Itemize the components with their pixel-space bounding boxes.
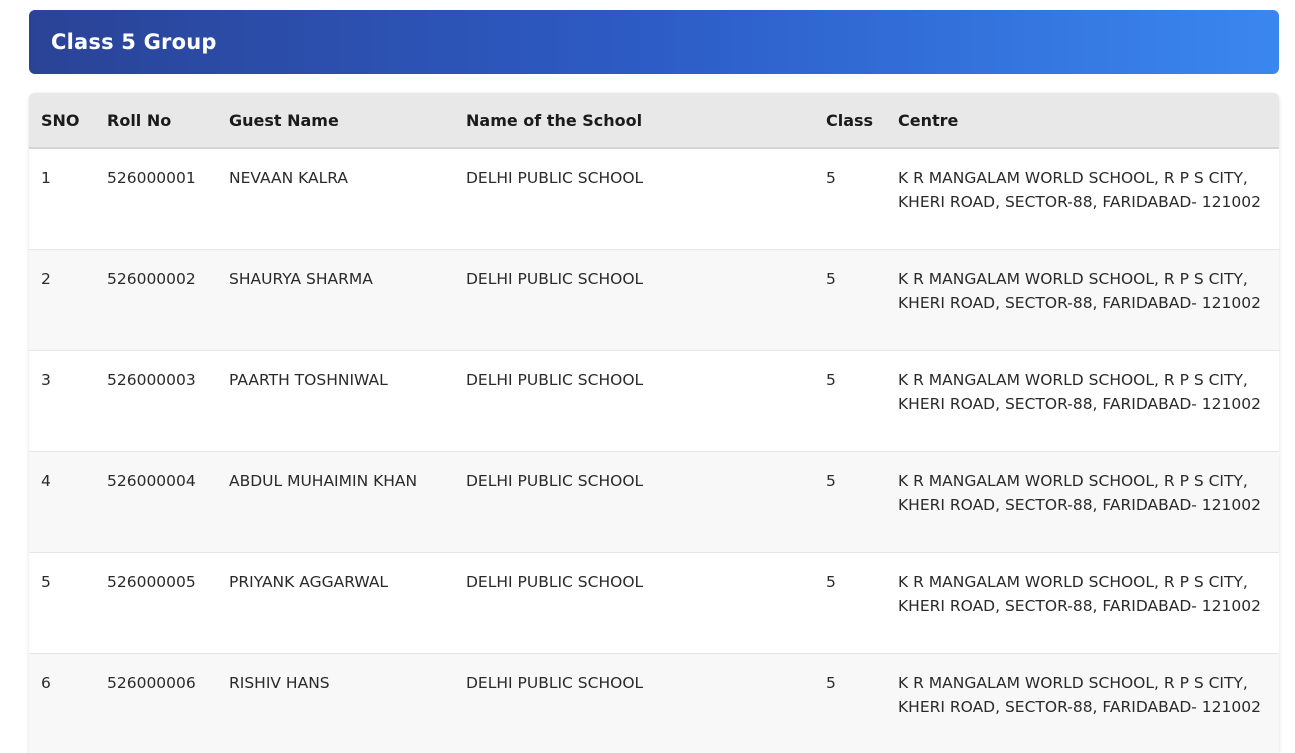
page: Class 5 Group SNO Roll No Guest Name Nam… <box>0 0 1295 753</box>
cell-centre: K R MANGALAM WORLD SCHOOL, R P S CITY, K… <box>886 552 1279 654</box>
column-header-school: Name of the School <box>454 93 814 149</box>
column-header-centre: Centre <box>886 93 1279 149</box>
cell-class: 5 <box>814 451 886 553</box>
cell-class: 5 <box>814 148 886 250</box>
cell-roll-no: 526000001 <box>95 148 217 250</box>
table-row: 4 526000004 ABDUL MUHAIMIN KHAN DELHI PUBLI… <box>29 451 1279 553</box>
cell-guest-name: RISHIV HANS <box>217 653 454 753</box>
cell-sno: 5 <box>29 552 95 654</box>
cell-roll-no: 526000003 <box>95 350 217 452</box>
cell-centre: K R MANGALAM WORLD SCHOOL, R P S CITY, K… <box>886 451 1279 553</box>
table-row: 2 526000002 SHAURYA SHARMA DELHI PUBLIC SCH… <box>29 249 1279 351</box>
table-row: 5 526000005 PRIYANK AGGARWAL DELHI PUBLIC S… <box>29 552 1279 654</box>
guest-table: SNO Roll No Guest Name Name of the Schoo… <box>29 93 1279 753</box>
cell-sno: 2 <box>29 249 95 351</box>
cell-guest-name: NEVAAN KALRA <box>217 148 454 250</box>
table-row: 3 526000003 PAARTH TOSHNIWAL DELHI PUBLIC S… <box>29 350 1279 452</box>
cell-guest-name: ABDUL MUHAIMIN KHAN <box>217 451 454 553</box>
cell-school: DELHI PUBLIC SCHOOL <box>454 249 814 351</box>
cell-sno: 1 <box>29 148 95 250</box>
cell-centre: K R MANGALAM WORLD SCHOOL, R P S CITY, K… <box>886 350 1279 452</box>
cell-school: DELHI PUBLIC SCHOOL <box>454 148 814 250</box>
cell-centre: K R MANGALAM WORLD SCHOOL, R P S CITY, K… <box>886 653 1279 753</box>
cell-roll-no: 526000005 <box>95 552 217 654</box>
cell-school: DELHI PUBLIC SCHOOL <box>454 350 814 452</box>
guest-table-container: SNO Roll No Guest Name Name of the Schoo… <box>29 93 1279 753</box>
table-header: SNO Roll No Guest Name Name of the Schoo… <box>29 93 1279 149</box>
cell-class: 5 <box>814 552 886 654</box>
cell-guest-name: SHAURYA SHARMA <box>217 249 454 351</box>
group-title: Class 5 Group <box>51 30 217 54</box>
column-header-guest-name: Guest Name <box>217 93 454 149</box>
cell-roll-no: 526000006 <box>95 653 217 753</box>
cell-class: 5 <box>814 653 886 753</box>
table-row: 6 526000006 RISHIV HANS DELHI PUBLIC SCHOOL… <box>29 653 1279 753</box>
cell-roll-no: 526000002 <box>95 249 217 351</box>
cell-roll-no: 526000004 <box>95 451 217 553</box>
cell-school: DELHI PUBLIC SCHOOL <box>454 653 814 753</box>
table-header-row: SNO Roll No Guest Name Name of the Schoo… <box>29 93 1279 149</box>
column-header-class: Class <box>814 93 886 149</box>
table-body: 1 526000001 NEVAAN KALRA DELHI PUBLIC SCHOO… <box>29 148 1279 753</box>
cell-school: DELHI PUBLIC SCHOOL <box>454 552 814 654</box>
cell-guest-name: PRIYANK AGGARWAL <box>217 552 454 654</box>
cell-sno: 3 <box>29 350 95 452</box>
cell-centre: K R MANGALAM WORLD SCHOOL, R P S CITY, K… <box>886 148 1279 250</box>
cell-sno: 6 <box>29 653 95 753</box>
column-header-roll-no: Roll No <box>95 93 217 149</box>
cell-centre: K R MANGALAM WORLD SCHOOL, R P S CITY, K… <box>886 249 1279 351</box>
cell-class: 5 <box>814 249 886 351</box>
cell-guest-name: PAARTH TOSHNIWAL <box>217 350 454 452</box>
cell-school: DELHI PUBLIC SCHOOL <box>454 451 814 553</box>
column-header-sno: SNO <box>29 93 95 149</box>
cell-class: 5 <box>814 350 886 452</box>
cell-sno: 4 <box>29 451 95 553</box>
group-header-banner: Class 5 Group <box>29 10 1279 74</box>
table-row: 1 526000001 NEVAAN KALRA DELHI PUBLIC SCHOO… <box>29 148 1279 250</box>
